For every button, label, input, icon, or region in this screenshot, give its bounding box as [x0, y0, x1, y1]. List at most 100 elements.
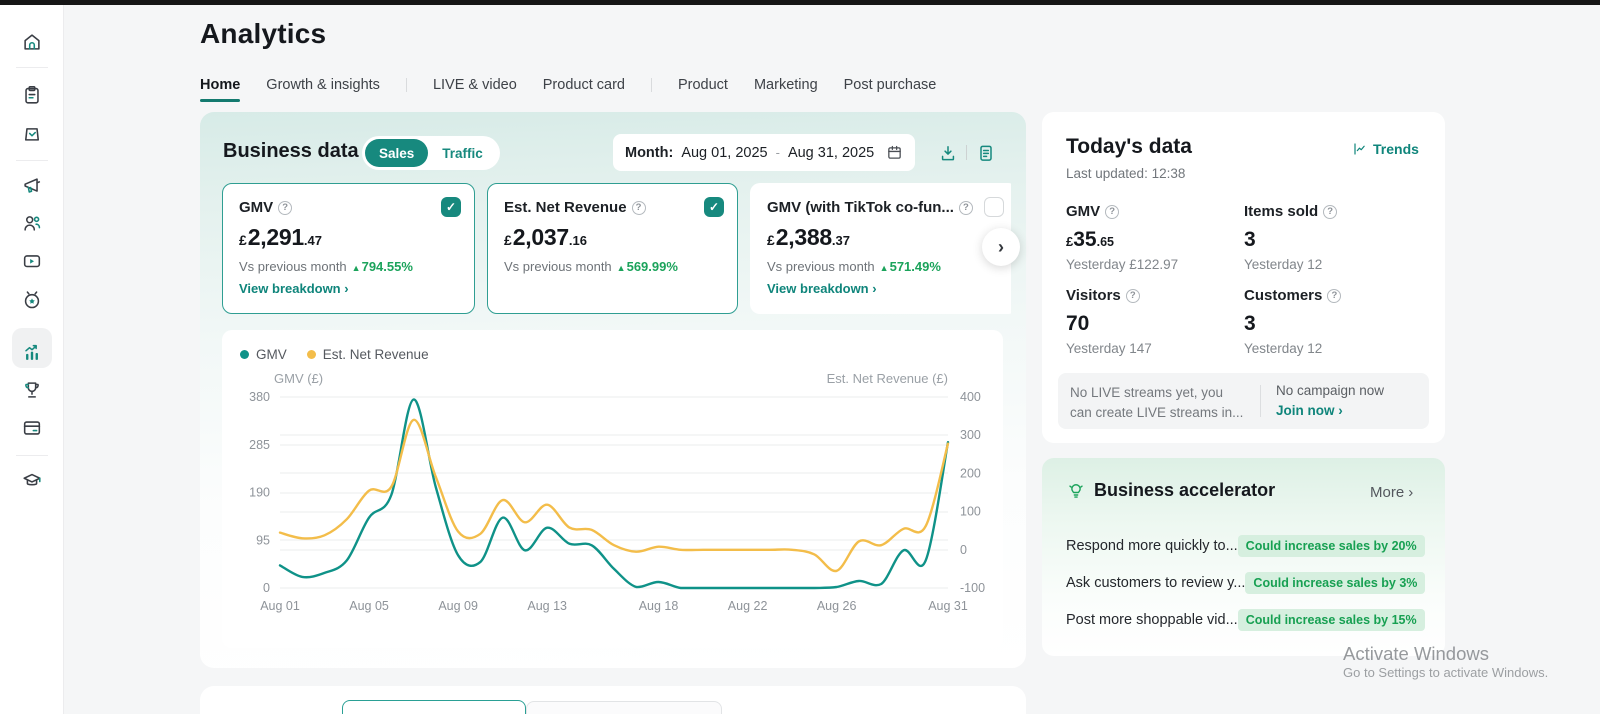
report-icon[interactable]	[976, 143, 996, 163]
orders-icon[interactable]	[21, 84, 43, 106]
accelerator-item[interactable]: Ask customers to review y... Could incre…	[1066, 570, 1420, 595]
lightbulb-icon	[1066, 481, 1086, 501]
metric-vs-previous: Vs previous month▲569.99%	[504, 259, 721, 274]
chevron-right-icon: ›	[1408, 484, 1413, 501]
accelerator-item-badge: Could increase sales by 3%	[1245, 572, 1425, 594]
help-icon[interactable]: ?	[1126, 289, 1140, 303]
metric-card-gmv-cofunded[interactable]: GMV (with TikTok co-fun...? £2,388.37 Vs…	[750, 183, 1011, 314]
view-breakdown-link[interactable]: View breakdown ›	[239, 281, 458, 296]
tab-home[interactable]: Home	[200, 77, 240, 93]
finance-icon[interactable]	[21, 417, 43, 439]
tab-growth-insights[interactable]: Growth & insights	[266, 77, 380, 93]
help-icon[interactable]: ?	[959, 201, 973, 215]
date-from[interactable]: Aug 01, 2025	[681, 145, 767, 161]
tab-product[interactable]: Product	[678, 77, 728, 93]
chevron-right-icon: ›	[344, 281, 348, 296]
help-icon[interactable]: ?	[632, 201, 646, 215]
sidebar-separator	[16, 160, 48, 161]
products-icon[interactable]	[21, 122, 43, 144]
svg-text:190: 190	[249, 486, 270, 500]
help-icon[interactable]: ?	[1323, 205, 1337, 219]
accelerator-item-label[interactable]: Ask customers to review y...	[1066, 575, 1245, 591]
help-icon[interactable]: ?	[278, 201, 292, 215]
live-icon[interactable]	[21, 289, 43, 311]
academy-icon[interactable]	[21, 470, 43, 492]
metric-checkbox[interactable]	[984, 197, 1004, 217]
sales-traffic-toggle[interactable]: Sales Traffic	[362, 136, 500, 170]
accelerator-more-link[interactable]: More›	[1370, 484, 1413, 501]
calendar-icon[interactable]	[886, 144, 903, 161]
svg-text:Aug 09: Aug 09	[438, 599, 478, 613]
month-date-range-picker[interactable]: Month: Aug 01, 2025 - Aug 31, 2025	[613, 134, 915, 171]
affiliate-icon[interactable]	[21, 212, 43, 234]
home-icon[interactable]	[21, 31, 43, 53]
window-top-edge	[0, 0, 1600, 5]
tab-product-card[interactable]: Product card	[543, 77, 625, 93]
metric-value: £2,388.37	[767, 224, 1001, 251]
video-icon[interactable]	[21, 250, 43, 272]
metric-value: £2,291.47	[239, 224, 458, 251]
accelerator-item[interactable]: Post more shoppable vid... Could increas…	[1066, 607, 1420, 632]
metric-vs-previous: Vs previous month▲571.49%	[767, 259, 1001, 274]
today-metric-label-gmv: GMV?	[1066, 203, 1119, 220]
metric-value: £2,037.16	[504, 224, 721, 251]
bottom-segment-active[interactable]	[342, 700, 526, 714]
chevron-right-icon: ›	[872, 281, 876, 296]
metric-card-gmv[interactable]: GMV? ✓ £2,291.47 Vs previous month▲794.5…	[222, 183, 475, 314]
metric-title: Est. Net Revenue?	[504, 199, 721, 216]
date-to[interactable]: Aug 31, 2025	[788, 145, 874, 161]
join-now-link[interactable]: Join now ›	[1276, 403, 1343, 418]
accelerator-item-badge: Could increase sales by 15%	[1238, 609, 1425, 631]
svg-text:Aug 26: Aug 26	[817, 599, 857, 613]
svg-text:300: 300	[960, 428, 981, 442]
svg-text:285: 285	[249, 438, 270, 452]
metric-checkbox[interactable]: ✓	[704, 197, 724, 217]
help-icon[interactable]: ?	[1327, 289, 1341, 303]
business-data-title: Business data	[223, 140, 359, 163]
svg-text:Aug 01: Aug 01	[260, 599, 300, 613]
campaign-note: No campaign now	[1276, 383, 1384, 398]
metric-checkbox[interactable]: ✓	[441, 197, 461, 217]
view-breakdown-link[interactable]: View breakdown ›	[767, 281, 1001, 296]
today-metric-label-customers: Customers?	[1244, 287, 1341, 304]
toggle-sales[interactable]: Sales	[365, 139, 428, 167]
tab-divider	[406, 78, 407, 92]
toggle-traffic[interactable]: Traffic	[428, 139, 497, 167]
analytics-icon[interactable]	[21, 342, 43, 364]
activate-windows-subtext: Go to Settings to activate Windows.	[1343, 665, 1548, 680]
today-metric-sub-items-sold: Yesterday 12	[1244, 257, 1322, 272]
tab-divider	[651, 78, 652, 92]
tab-post-purchase[interactable]: Post purchase	[844, 77, 937, 93]
page-title: Analytics	[200, 18, 326, 50]
metric-card-net-revenue[interactable]: Est. Net Revenue? ✓ £2,037.16 Vs previou…	[487, 183, 738, 314]
trends-link[interactable]: Trends	[1352, 141, 1419, 157]
marketing-icon[interactable]	[21, 175, 43, 197]
accelerator-item-label[interactable]: Respond more quickly to...	[1066, 538, 1238, 554]
sidebar-separator	[16, 67, 48, 68]
bottom-segment-inactive[interactable]	[526, 701, 722, 714]
today-metric-value-items-sold: 3	[1244, 228, 1256, 252]
month-label: Month:	[625, 145, 673, 161]
metric-title: GMV (with TikTok co-fun...?	[767, 199, 1001, 216]
tab-live-video[interactable]: LIVE & video	[433, 77, 517, 93]
footer-divider	[1260, 385, 1261, 417]
competition-icon[interactable]	[21, 379, 43, 401]
accelerator-item-label[interactable]: Post more shoppable vid...	[1066, 612, 1238, 628]
carousel-next-button[interactable]: ›	[982, 228, 1020, 266]
today-metric-label-items-sold: Items sold?	[1244, 203, 1337, 220]
svg-text:-100: -100	[960, 581, 985, 595]
chevron-right-icon: ›	[1338, 403, 1343, 418]
metric-vs-previous: Vs previous month▲794.55%	[239, 259, 458, 274]
svg-text:Aug 18: Aug 18	[639, 599, 679, 613]
accelerator-header: Business accelerator	[1066, 480, 1275, 501]
live-streams-note: No LIVE streams yet, youcan create LIVE …	[1070, 383, 1250, 423]
download-icon[interactable]	[938, 143, 958, 163]
todays-data-title: Today's data	[1066, 135, 1192, 159]
business-data-line-chart[interactable]: 095190285380-1000100200300400Aug 01Aug 0…	[222, 330, 1003, 648]
help-icon[interactable]: ?	[1105, 205, 1119, 219]
svg-text:380: 380	[249, 390, 270, 404]
tab-marketing[interactable]: Marketing	[754, 77, 818, 93]
metric-cards-row: GMV? ✓ £2,291.47 Vs previous month▲794.5…	[222, 183, 1011, 314]
accelerator-item[interactable]: Respond more quickly to... Could increas…	[1066, 533, 1420, 558]
today-metric-sub-gmv: Yesterday £122.97	[1066, 257, 1178, 272]
